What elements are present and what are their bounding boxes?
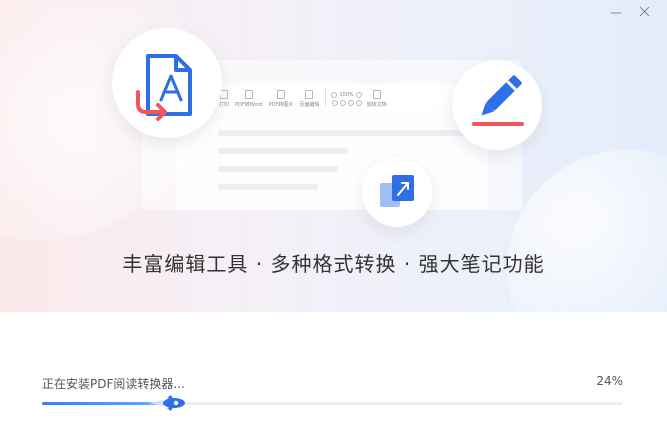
progress-bar [42, 402, 622, 405]
preview-toolbar: 打印 PDF转Word PDF转图片 页面编辑 100% 旋转文档 [216, 84, 456, 108]
close-button[interactable] [635, 4, 655, 20]
text-line [218, 184, 318, 190]
image-icon [276, 90, 285, 99]
text-line [218, 148, 348, 154]
zoom-out-icon [331, 92, 338, 98]
feature-tagline: 丰富编辑工具 · 多种格式转换 · 强大笔记功能 [122, 252, 545, 276]
toolbar-divider [325, 88, 327, 106]
toolbar-rotate: 旋转文档 [364, 90, 390, 108]
fit-width-icon [339, 100, 346, 106]
pdf-feature-badge [112, 28, 222, 138]
toolbar-page-edit: 页面编辑 [296, 90, 322, 108]
toolbar-label: 旋转文档 [366, 102, 387, 108]
hero-banner: 打印 PDF转Word PDF转图片 页面编辑 100% 旋转文档 丰富编辑工具… [0, 0, 667, 312]
minimize-icon [611, 12, 621, 14]
page-icon [305, 90, 314, 99]
note-feature-badge [452, 60, 542, 150]
toolbar-label: 页面编辑 [299, 102, 320, 108]
close-icon [639, 6, 650, 17]
zoom-level: 100% [339, 92, 354, 98]
toolbar-zoom: 100% [329, 92, 363, 108]
toolbar-pdf-to-image: PDF转图片 [266, 90, 297, 108]
toolbar-pdf-to-word: PDF转Word [232, 90, 266, 108]
toolbar-label: PDF转Word [235, 102, 263, 108]
convert-feature-badge [362, 157, 432, 227]
pdf-convert-icon [136, 54, 192, 121]
minimize-button[interactable] [607, 4, 627, 20]
convert-icon [380, 175, 414, 207]
fit-icon [331, 100, 338, 106]
word-icon [244, 90, 253, 99]
progress-percent: 24% [596, 374, 623, 388]
toolbar-label: PDF转图片 [268, 102, 294, 108]
pen-icon [472, 75, 524, 126]
install-status: 正在安装PDF阅读转换器... [42, 377, 185, 391]
rotate-left-icon [347, 100, 354, 106]
document-preview [176, 108, 488, 210]
rotate-doc-icon [372, 90, 381, 99]
text-line [218, 166, 338, 172]
text-line [218, 130, 468, 136]
rocket-icon [147, 394, 187, 412]
rotate-right-icon [355, 100, 362, 106]
zoom-in-icon [355, 92, 362, 98]
decor-blob [507, 150, 667, 312]
